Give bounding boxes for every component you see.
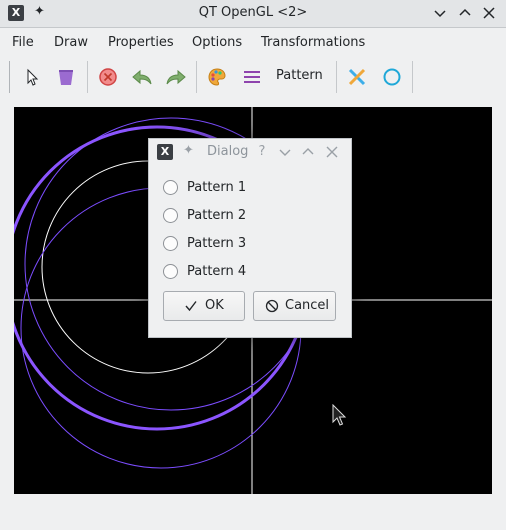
radio-button[interactable] [163,208,178,223]
close-button[interactable] [479,3,499,23]
circle-button[interactable] [378,63,406,91]
pattern-option[interactable]: Pattern 1 [163,179,333,199]
dialog-maximize-button[interactable] [299,143,317,161]
checkmark-icon [185,301,197,312]
stop-icon [99,68,117,86]
radio-button[interactable] [163,180,178,195]
redo-icon [166,69,186,85]
toolbar: Pattern [0,58,506,96]
toolbar-separator [196,61,197,93]
ok-button-label: OK [205,298,224,313]
pattern-option-label[interactable]: Pattern 1 [187,180,246,195]
pattern-option-label[interactable]: Pattern 3 [187,236,246,251]
dialog-title-bar: X ✦ Dialog ? [149,139,351,165]
undo-button[interactable] [127,63,155,91]
circle-icon [383,68,401,86]
toolbar-separator [87,61,88,93]
radio-button[interactable] [163,236,178,251]
undo-icon [132,69,152,85]
menu-transformations[interactable]: Transformations [261,35,365,50]
ok-button[interactable]: OK [163,291,245,321]
redo-button[interactable] [161,63,189,91]
title-bar: X ✦ QT OpenGL <2> [0,0,506,28]
cross-icon [348,68,366,86]
menu-properties[interactable]: Properties [108,35,174,50]
pattern-option[interactable]: Pattern 3 [163,235,333,255]
cross-button[interactable] [343,63,371,91]
chevron-down-icon [279,149,291,156]
pattern-option[interactable]: Pattern 2 [163,207,333,227]
palette-icon [208,68,226,86]
pattern-option-label[interactable]: Pattern 2 [187,208,246,223]
pin-icon[interactable]: ✦ [183,143,194,158]
close-icon [326,146,338,158]
toolbar-grip[interactable] [9,61,10,93]
delete-button[interactable] [52,63,80,91]
chevron-up-icon [302,148,314,155]
help-button[interactable]: ? [253,143,271,161]
minimize-button[interactable] [430,3,450,23]
dialog-title: Dialog [207,144,249,159]
cancel-icon [265,299,279,313]
pattern-dialog: X ✦ Dialog ? Pattern 1 Pattern 2 Pattern… [148,138,352,338]
select-button[interactable] [18,63,46,91]
menu-bar: File Draw Properties Options Transformat… [0,30,506,56]
color-button[interactable] [203,63,231,91]
pattern-option-label[interactable]: Pattern 4 [187,264,246,279]
app-icon: X [157,144,173,160]
pattern-button[interactable]: Pattern [276,68,323,83]
cancel-button-label: Cancel [285,298,330,313]
chevron-up-icon [459,8,471,16]
help-icon: ? [258,144,266,159]
select-arrow-icon [27,68,39,86]
pattern-option[interactable]: Pattern 4 [163,263,333,283]
menu-options[interactable]: Options [192,35,242,50]
close-icon [483,7,495,19]
cancel-button[interactable]: Cancel [253,291,336,321]
dialog-close-button[interactable] [323,143,341,161]
maximize-button[interactable] [455,3,475,23]
stop-button[interactable] [94,63,122,91]
toolbar-separator [336,61,337,93]
menu-file[interactable]: File [12,35,34,50]
line-width-icon [244,71,260,83]
toolbar-separator [412,61,413,93]
line-width-button[interactable] [238,63,266,91]
dialog-minimize-button[interactable] [276,143,294,161]
chevron-down-icon [434,10,446,18]
mouse-cursor-icon [332,404,347,426]
menu-draw[interactable]: Draw [54,35,88,50]
trash-icon [59,70,73,85]
radio-button[interactable] [163,264,178,279]
